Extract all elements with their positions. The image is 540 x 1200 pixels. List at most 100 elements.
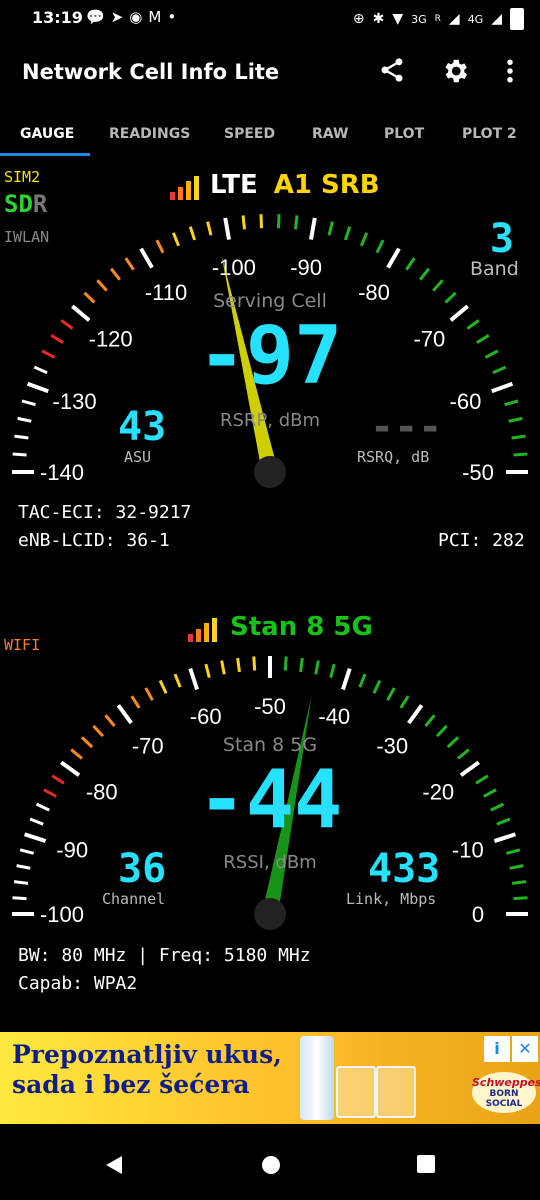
gauge-minor-tick	[51, 774, 65, 785]
pci: PCI: 282	[438, 530, 525, 551]
notification-icons: 💬 ➤ ◉ M •	[86, 8, 176, 26]
ad-glass-image	[336, 1066, 376, 1118]
gauge-major-tick	[341, 668, 352, 691]
home-icon[interactable]	[260, 1154, 282, 1176]
gauge-minor-tick	[12, 896, 27, 901]
gauge-minor-tick	[13, 880, 29, 885]
gauge-minor-tick	[206, 221, 213, 236]
gauge-scale-label: 0	[472, 902, 484, 927]
gauge-minor-tick	[29, 817, 44, 826]
band-display: 3	[489, 216, 514, 262]
link-label: Link, Mbps	[346, 890, 437, 908]
gauge-minor-tick	[14, 434, 29, 440]
gauge-scale-label: -70	[132, 734, 164, 759]
gauge-minor-tick	[424, 714, 436, 727]
gauge-needle-hub	[254, 456, 286, 488]
gauge-minor-tick	[80, 736, 94, 749]
ad-line-1: Prepoznatljiv ukus,	[12, 1040, 282, 1069]
gauge-major-tick	[407, 704, 424, 725]
gauge-minor-tick	[504, 399, 519, 407]
tab-plot-2[interactable]: PLOT 2	[462, 126, 517, 142]
rsrq-display: ---	[370, 404, 443, 450]
gauge-minor-tick	[109, 267, 121, 281]
gear-icon[interactable]	[440, 56, 470, 92]
back-icon[interactable]	[104, 1154, 124, 1176]
ad-brand-logo: Schweppes BORN SOCIAL	[472, 1072, 540, 1113]
gauge-minor-tick	[372, 679, 382, 694]
status-time: 13:19	[32, 8, 83, 27]
roaming-label: R	[434, 14, 441, 24]
gauge-minor-tick	[173, 673, 182, 688]
gauge-minor-tick	[508, 416, 523, 423]
gauge-minor-tick	[104, 714, 116, 727]
gauge-minor-tick	[343, 226, 352, 241]
ad-close-icon[interactable]: ✕	[512, 1036, 538, 1062]
ad-glass-image	[376, 1066, 416, 1118]
channel-display: 36	[118, 846, 167, 892]
gauge-minor-tick	[19, 848, 35, 855]
gauge-major-tick	[60, 760, 81, 777]
app-bar: Network Cell Info Lite	[0, 36, 540, 108]
signal-icon-2: ◢	[491, 11, 502, 27]
gauge-minor-tick	[505, 848, 521, 855]
rsrp-unit: RSRP, dBm	[219, 410, 321, 431]
gauge-minor-tick	[476, 334, 490, 344]
gauge-scale-label: -10	[452, 838, 484, 863]
gauge-scale-label: -80	[86, 780, 118, 805]
gauge-minor-tick	[155, 239, 165, 254]
gauge-minor-tick	[220, 660, 226, 675]
gauge-minor-tick	[236, 657, 241, 673]
system-icons: ⊕ ✱ ▼ 3G R ◢ 4G ◢	[353, 8, 524, 30]
link-display: 433	[368, 846, 441, 892]
gauge-minor-tick	[435, 724, 448, 738]
gauge-scale-label: -30	[376, 734, 408, 759]
share-icon[interactable]	[378, 56, 406, 90]
ad-brand-sub1: BORN	[489, 1089, 519, 1099]
gauge-minor-tick	[252, 656, 257, 671]
more-vert-icon[interactable]	[500, 56, 520, 92]
tab-gauge[interactable]: GAUGE	[20, 126, 74, 142]
gauge-scale-label: -50	[462, 460, 494, 485]
ad-info-icon[interactable]: i	[484, 1036, 510, 1062]
gauge-minor-tick	[466, 319, 480, 330]
gauge-minor-tick	[171, 232, 180, 247]
gauge-minor-tick	[419, 267, 431, 281]
gauge-minor-tick	[492, 365, 507, 375]
gauge-minor-tick	[124, 257, 135, 271]
asu-label: ASU	[124, 448, 152, 466]
gauge-minor-tick	[446, 736, 460, 749]
gauge-scale-label: -120	[89, 326, 133, 351]
gauge-minor-tick	[17, 416, 32, 423]
gauge-minor-tick	[509, 864, 524, 870]
gauge-minor-tick	[21, 399, 36, 407]
tab-plot[interactable]: PLOT	[384, 126, 424, 142]
messenger-icon: ◉	[129, 8, 143, 26]
tab-raw[interactable]: RAW	[312, 126, 348, 142]
gauge-minor-tick	[60, 319, 74, 330]
gauge-minor-tick	[241, 215, 246, 230]
gauge-major-tick	[491, 381, 514, 394]
tab-bar: GAUGE READINGS SPEED RAW PLOT PLOT 2	[0, 112, 540, 156]
ad-can-image	[300, 1036, 334, 1120]
tab-speed[interactable]: SPEED	[224, 126, 275, 142]
tab-readings[interactable]: READINGS	[109, 126, 190, 142]
signal-icon: ◢	[448, 11, 460, 27]
gauge-scale-label: -60	[450, 389, 482, 414]
gauge-minor-tick	[50, 334, 64, 344]
channel-label: Channel	[102, 890, 166, 908]
gauge-minor-tick	[432, 279, 444, 292]
navigation-bar	[0, 1124, 540, 1200]
gauge-minor-tick	[513, 896, 528, 901]
gauge-minor-tick	[358, 673, 367, 688]
rsrq-label: RSRQ, dB	[357, 448, 430, 466]
gauge-minor-tick	[511, 880, 527, 885]
gauge-minor-tick	[484, 349, 499, 359]
gauge-scale-label: -60	[190, 704, 222, 729]
telegram-icon: ➤	[110, 8, 124, 26]
recents-icon[interactable]	[416, 1154, 436, 1174]
gauge-minor-tick	[513, 452, 528, 457]
gauge-minor-tick	[399, 695, 410, 709]
gauge-minor-tick	[483, 788, 497, 798]
gauge-major-tick	[493, 832, 516, 843]
ad-banner[interactable]: Prepoznatljiv ukus, sada i bez šećera i …	[0, 1032, 540, 1124]
